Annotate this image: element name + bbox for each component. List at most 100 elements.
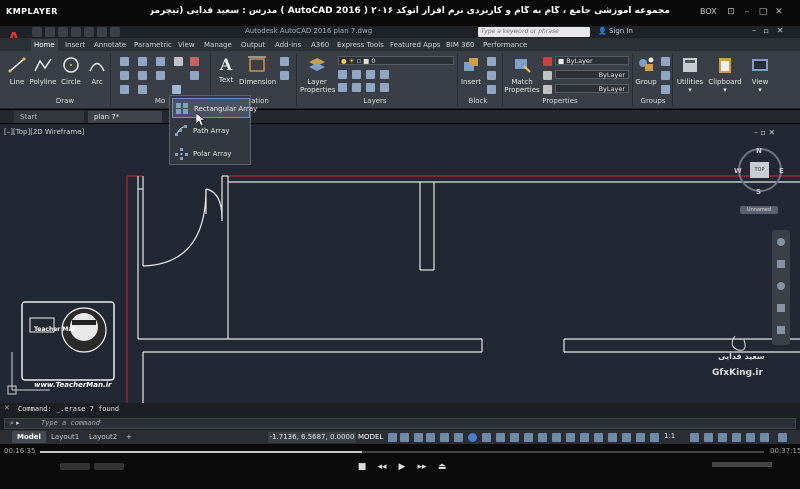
orbit-icon[interactable]	[777, 304, 785, 312]
object-snap-tracking-icon[interactable]	[454, 433, 463, 442]
layer-tool-icon[interactable]	[352, 83, 361, 92]
viewcube-north[interactable]: N	[756, 147, 762, 155]
search-input[interactable]: Type a keyword or phrase	[478, 27, 590, 37]
navigation-bar[interactable]	[772, 230, 790, 345]
viewcube-west[interactable]: W	[734, 167, 742, 175]
tab-annotate[interactable]: Annotate	[91, 39, 129, 51]
player-close-icon[interactable]: ✕	[773, 6, 785, 18]
play-icon[interactable]: ▶	[396, 461, 408, 473]
tab-parametric[interactable]: Parametric	[131, 39, 175, 51]
steering-wheel-icon[interactable]	[777, 238, 785, 246]
sign-in-button[interactable]: 👤 Sign In	[598, 27, 633, 35]
ucs-menu-button[interactable]: Unnamed	[740, 206, 778, 214]
layer-tool-icon[interactable]	[380, 70, 389, 79]
viewport-close-icon[interactable]: ✕	[769, 128, 776, 137]
file-tab-plan7[interactable]: plan 7*	[88, 111, 162, 123]
viewcube-east[interactable]: E	[779, 167, 784, 175]
tab-home[interactable]: Home	[31, 39, 58, 51]
panel-properties-label[interactable]: Properties	[535, 97, 585, 107]
player-pin-icon[interactable]: ⊡	[725, 6, 737, 18]
snap-icon[interactable]	[400, 433, 409, 442]
dynamic-ucs-icon[interactable]	[538, 433, 547, 442]
tab-express-tools[interactable]: Express Tools	[334, 39, 387, 51]
showmotion-icon[interactable]	[777, 326, 785, 334]
match-properties-button[interactable]: Match Properties	[504, 56, 540, 94]
table-icon[interactable]	[280, 71, 289, 80]
add-layout-button[interactable]: +	[121, 431, 137, 443]
group-select-icon[interactable]	[661, 85, 670, 94]
tab-a360[interactable]: A360	[308, 39, 332, 51]
view-button[interactable]: View ▾	[746, 56, 774, 94]
ortho-icon[interactable]	[414, 433, 423, 442]
pan-icon[interactable]	[777, 260, 785, 268]
ungroup-icon[interactable]	[661, 57, 670, 66]
circle-button[interactable]: Circle	[60, 56, 82, 86]
viewport-minimize-icon[interactable]: –	[754, 128, 758, 137]
command-search-icon[interactable]: ⌕ ▸	[10, 419, 20, 428]
tab-output[interactable]: Output	[238, 39, 268, 51]
viewcube-south[interactable]: S	[756, 188, 761, 196]
previous-icon[interactable]: ◂◂	[376, 461, 388, 473]
units-icon[interactable]	[636, 433, 645, 442]
rotate-icon[interactable]	[138, 57, 147, 66]
tab-add-ins[interactable]: Add-ins	[272, 39, 304, 51]
leader-icon[interactable]	[280, 57, 289, 66]
color-dropdown[interactable]: ■ ByLayer	[555, 56, 629, 65]
file-tab-start[interactable]: Start	[14, 111, 84, 123]
panel-block-label[interactable]: Block	[460, 97, 496, 107]
layer-tool-icon[interactable]	[366, 70, 375, 79]
settings-gear-icon[interactable]	[690, 433, 699, 442]
layer-tool-icon[interactable]	[338, 83, 347, 92]
open-icon[interactable]	[45, 27, 55, 37]
auto-scale-icon[interactable]	[594, 433, 603, 442]
quick-properties-icon[interactable]	[650, 433, 659, 442]
workspace-icon[interactable]	[622, 433, 631, 442]
polyline-button[interactable]: Polyline	[29, 56, 57, 86]
tab-featured-apps[interactable]: Featured Apps	[387, 39, 443, 51]
annotation-visibility-icon[interactable]	[580, 433, 589, 442]
stop-icon[interactable]: ■	[356, 461, 368, 473]
model-space-button[interactable]: MODEL	[358, 432, 383, 443]
coordinate-readout[interactable]: -1.7136, 6.5687, 0.0000	[268, 432, 356, 443]
create-block-icon[interactable]	[487, 57, 496, 66]
layout-tab-model[interactable]: Model	[12, 431, 46, 443]
dimension-button[interactable]: Dimension	[239, 56, 276, 86]
next-icon[interactable]: ▸▸	[416, 461, 428, 473]
erase-icon[interactable]	[174, 57, 183, 66]
player-minimize-icon[interactable]: –	[741, 6, 753, 18]
panel-draw-label[interactable]: Draw	[40, 97, 90, 107]
undo-icon[interactable]	[97, 27, 107, 37]
mirror-icon[interactable]	[138, 71, 147, 80]
move-icon[interactable]	[120, 57, 129, 66]
panel-groups-label[interactable]: Groups	[636, 97, 670, 107]
tab-manage[interactable]: Manage	[201, 39, 235, 51]
clipboard-button[interactable]: Clipboard ▾	[708, 56, 742, 94]
layout-tab-layout2[interactable]: Layout2	[84, 431, 122, 443]
scale-icon[interactable]	[138, 85, 147, 94]
text-button[interactable]: A Text	[214, 56, 238, 85]
redo-icon[interactable]	[110, 27, 120, 37]
command-close-icon[interactable]: ✕	[4, 404, 10, 412]
viewport-restore-icon[interactable]: ▫	[761, 128, 766, 137]
menu-item-rectangular-array[interactable]: Rectangular Array	[172, 98, 257, 118]
lineweight-display-icon[interactable]	[482, 433, 491, 442]
block-attribute-icon[interactable]	[487, 85, 496, 94]
object-snap-icon[interactable]	[468, 433, 477, 442]
grid-icon[interactable]	[388, 433, 397, 442]
tab-performance[interactable]: Performance	[480, 39, 530, 51]
3d-osnap-icon[interactable]	[524, 433, 533, 442]
player-option-button[interactable]	[60, 463, 90, 470]
polar-tracking-icon[interactable]	[426, 433, 435, 442]
array-icon[interactable]	[172, 85, 181, 94]
lock-ui-icon[interactable]	[718, 433, 727, 442]
edit-block-icon[interactable]	[487, 71, 496, 80]
close-icon[interactable]: ✕	[777, 26, 784, 35]
offset-icon[interactable]	[190, 71, 199, 80]
gizmo-icon[interactable]	[566, 433, 575, 442]
player-maximize-icon[interactable]: □	[757, 6, 769, 18]
annotation-scale-icon[interactable]	[608, 433, 617, 442]
menu-item-path-array[interactable]: Path Array	[172, 121, 250, 141]
selection-filter-icon[interactable]	[552, 433, 561, 442]
layer-tool-icon[interactable]	[338, 70, 347, 79]
linetype-dropdown[interactable]: ByLayer	[555, 84, 629, 93]
